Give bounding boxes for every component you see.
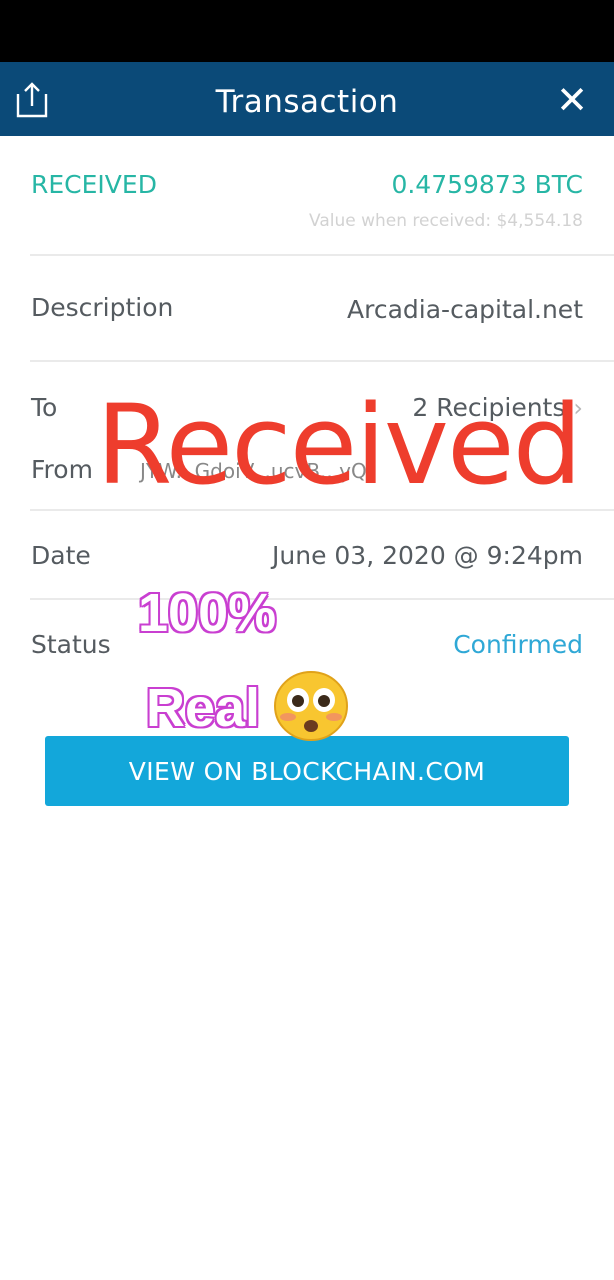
app-header: Transaction ✕ bbox=[0, 62, 614, 136]
view-on-blockchain-button[interactable]: VIEW ON BLOCKCHAIN.COM bbox=[45, 736, 569, 806]
amount-value: 0.4759873 BTC bbox=[391, 170, 583, 199]
transaction-type-label: RECEIVED bbox=[31, 170, 157, 199]
status-label: Status bbox=[31, 630, 111, 659]
flushed-face-icon bbox=[274, 671, 348, 741]
to-label: To bbox=[31, 393, 58, 422]
divider bbox=[30, 509, 614, 511]
description-value: Arcadia-capital.net bbox=[347, 295, 583, 324]
caption-real: Real bbox=[146, 678, 261, 738]
status-value: Confirmed bbox=[453, 630, 583, 659]
divider bbox=[30, 360, 614, 362]
description-label: Description bbox=[31, 293, 174, 322]
from-label: From bbox=[31, 455, 93, 484]
divider bbox=[30, 254, 614, 256]
status-bar bbox=[0, 0, 614, 62]
received-stamp-overlay: Received bbox=[96, 381, 582, 509]
close-icon[interactable]: ✕ bbox=[552, 80, 592, 120]
caption-100-percent: 100% bbox=[138, 583, 277, 643]
value-when-received: Value when received: $4,554.18 bbox=[309, 211, 583, 231]
page-title: Transaction bbox=[215, 84, 399, 120]
divider bbox=[30, 598, 614, 600]
date-label: Date bbox=[31, 541, 91, 570]
date-value: June 03, 2020 @ 9:24pm bbox=[272, 541, 583, 570]
